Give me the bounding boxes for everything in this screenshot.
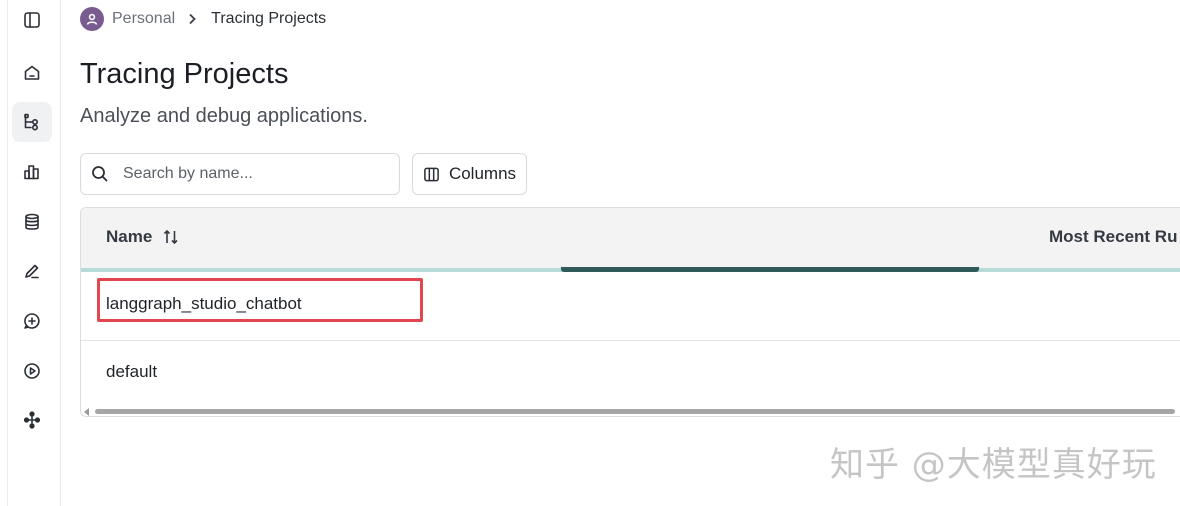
table-row[interactable]: langgraph_studio_chatbot <box>81 272 1180 341</box>
annotation-pen-icon <box>25 264 39 279</box>
nav-annotation[interactable] <box>12 251 52 291</box>
sidebar <box>0 0 61 506</box>
sort-arrows-icon[interactable] <box>162 228 180 246</box>
nav-monitoring[interactable] <box>12 152 52 192</box>
window-edge <box>7 0 8 506</box>
horizontal-scrollbar[interactable] <box>81 407 1180 416</box>
deployments-network-icon <box>23 411 41 429</box>
nav-tracing-projects[interactable] <box>12 102 52 142</box>
scroll-left-icon[interactable] <box>84 408 89 416</box>
playground-play-icon <box>24 363 40 379</box>
project-name-cell[interactable]: langgraph_studio_chatbot <box>106 294 302 314</box>
search-box[interactable] <box>80 153 400 195</box>
columns-button[interactable]: Columns <box>412 153 527 195</box>
column-header-name[interactable]: Name <box>106 227 180 247</box>
monitoring-chart-icon <box>24 165 39 180</box>
column-header-most-recent-run[interactable]: Most Recent Ru <box>1049 227 1177 247</box>
search-input[interactable] <box>121 164 385 184</box>
user-icon <box>86 13 98 25</box>
nav-home[interactable] <box>12 53 52 93</box>
sidebar-toggle-button[interactable] <box>12 0 52 40</box>
table-header: Name Most Recent Ru <box>81 208 1180 268</box>
prompts-chat-icon <box>24 313 40 329</box>
nav-deployments[interactable] <box>12 400 52 440</box>
nav-datasets[interactable] <box>12 202 52 242</box>
page-subtitle: Analyze and debug applications. <box>80 105 368 127</box>
tracing-projects-icon <box>24 113 39 131</box>
page-title: Tracing Projects <box>80 58 289 90</box>
chevron-right-icon <box>187 13 197 25</box>
search-icon <box>92 166 108 182</box>
project-name-cell[interactable]: default <box>106 362 157 382</box>
watermark: 知乎 @大模型真好玩 <box>830 445 1157 485</box>
breadcrumb: Personal Tracing Projects <box>80 6 326 32</box>
nav-playground[interactable] <box>12 351 52 391</box>
projects-table: Name Most Recent Ru langgraph_studio_cha… <box>80 207 1180 417</box>
breadcrumb-workspace[interactable]: Personal <box>112 10 175 28</box>
columns-icon <box>424 167 439 181</box>
nav-prompts[interactable] <box>12 301 52 341</box>
breadcrumb-current: Tracing Projects <box>211 10 327 27</box>
column-header-name-label: Name <box>106 227 153 246</box>
columns-button-label: Columns <box>448 164 517 183</box>
home-icon <box>24 65 40 80</box>
avatar[interactable] <box>80 7 104 31</box>
table-row[interactable]: default <box>81 341 1180 409</box>
scrollbar-thumb[interactable] <box>95 409 1175 414</box>
datasets-database-icon <box>25 213 39 230</box>
sidebar-toggle-icon <box>24 12 40 28</box>
